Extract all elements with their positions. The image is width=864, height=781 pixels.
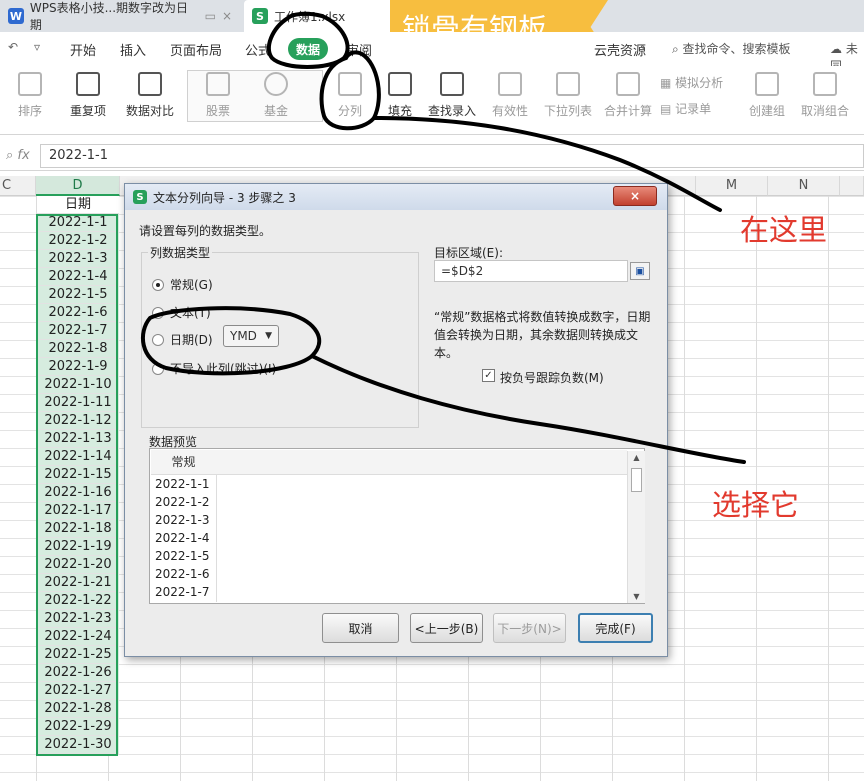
circle-date-option (141, 306, 322, 376)
annotation-strokes (141, 11, 746, 464)
arrow-to-here (372, 116, 722, 212)
annotation-choose: 选择它 (712, 488, 800, 522)
circle-data-tab (266, 11, 350, 69)
arrow-to-choose (310, 354, 746, 464)
annotation-here: 在这里 (740, 213, 828, 247)
